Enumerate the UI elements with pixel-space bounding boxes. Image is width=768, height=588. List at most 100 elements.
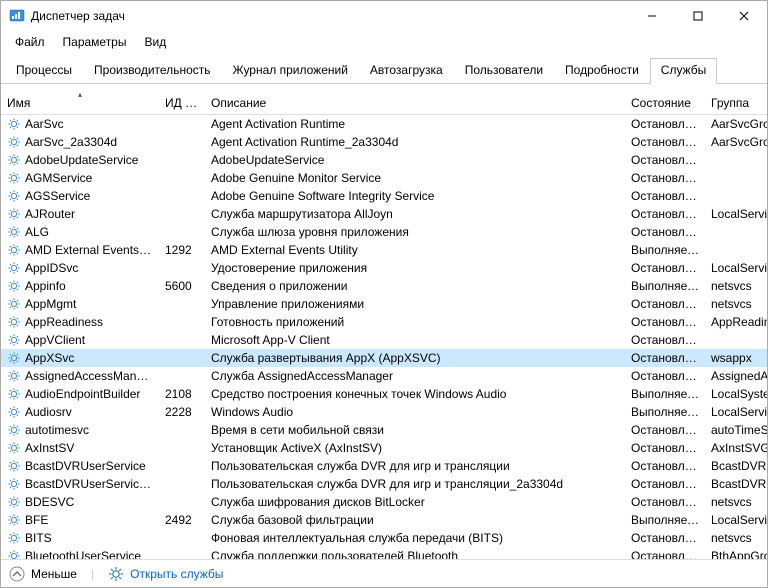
- cell-pid: 5600: [159, 277, 205, 295]
- tab-processes[interactable]: Процессы: [5, 58, 83, 84]
- cell-state: Остановлено: [625, 547, 705, 560]
- cell-pid: [159, 313, 205, 331]
- cell-name: AarSvc: [1, 115, 159, 133]
- table-row[interactable]: AppIDSvcУдостоверение приложенияОстановл…: [1, 259, 767, 277]
- table-row[interactable]: AssignedAccessManagerSvcСлужба AssignedA…: [1, 367, 767, 385]
- service-icon: [7, 117, 25, 131]
- cell-desc: Пользовательская служба DVR для игр и тр…: [205, 475, 625, 493]
- tab-app-history[interactable]: Журнал приложений: [222, 58, 359, 84]
- service-icon: [7, 387, 25, 401]
- table-row[interactable]: AppReadinessГотовность приложенийОстанов…: [1, 313, 767, 331]
- chevron-up-circle-icon: [9, 566, 25, 582]
- tab-performance[interactable]: Производительность: [83, 58, 221, 84]
- menu-options[interactable]: Параметры: [55, 33, 135, 51]
- cell-group: autoTimeSvc: [705, 421, 767, 439]
- table-row[interactable]: AxInstSVУстановщик ActiveX (AxInstSV)Ост…: [1, 439, 767, 457]
- cell-state: Остановлено: [625, 295, 705, 313]
- table-row[interactable]: AarSvcAgent Activation RuntimeОстановлен…: [1, 115, 767, 133]
- table-row[interactable]: BFE2492Служба базовой фильтрацииВыполняе…: [1, 511, 767, 529]
- tab-details[interactable]: Подробности: [554, 58, 650, 84]
- cell-state: Остановлено: [625, 331, 705, 349]
- cell-desc: Adobe Genuine Software Integrity Service: [205, 187, 625, 205]
- table-row[interactable]: BcastDVRUserServiceПользовательская служ…: [1, 457, 767, 475]
- service-icon: [7, 477, 25, 491]
- cell-desc: Сведения о приложении: [205, 277, 625, 295]
- col-header-group[interactable]: Группа: [705, 92, 767, 115]
- table-row[interactable]: AudioEndpointBuilder2108Средство построе…: [1, 385, 767, 403]
- cell-state: Остановлено: [625, 475, 705, 493]
- table-row[interactable]: ALGСлужба шлюза уровня приложенияОстанов…: [1, 223, 767, 241]
- cell-state: Остановлено: [625, 493, 705, 511]
- table-row[interactable]: AMD External Events Utility1292AMD Exter…: [1, 241, 767, 259]
- cell-name: BDESVC: [1, 493, 159, 511]
- cell-name: AdobeUpdateService: [1, 151, 159, 169]
- cell-name: AssignedAccessManagerSvc: [1, 367, 159, 385]
- cell-desc: Готовность приложений: [205, 313, 625, 331]
- table-row[interactable]: Audiosrv2228Windows AudioВыполняетсяLoca…: [1, 403, 767, 421]
- tab-startup[interactable]: Автозагрузка: [359, 58, 454, 84]
- table-row[interactable]: AGMServiceAdobe Genuine Monitor ServiceО…: [1, 169, 767, 187]
- menu-view[interactable]: Вид: [136, 33, 174, 51]
- table-row[interactable]: BluetoothUserServiceСлужба поддержки пол…: [1, 547, 767, 560]
- tab-services[interactable]: Службы: [650, 58, 717, 84]
- service-icon: [7, 153, 25, 167]
- minimize-button[interactable]: [629, 1, 675, 31]
- cell-desc: Время в сети мобильной связи: [205, 421, 625, 439]
- cell-name: AGMService: [1, 169, 159, 187]
- table-row[interactable]: AGSServiceAdobe Genuine Software Integri…: [1, 187, 767, 205]
- cell-pid: [159, 421, 205, 439]
- cell-group: AxInstSVGroup: [705, 439, 767, 457]
- menu-file[interactable]: Файл: [7, 33, 53, 51]
- close-button[interactable]: [721, 1, 767, 31]
- cell-group: BcastDVRUser...: [705, 475, 767, 493]
- table-row[interactable]: AdobeUpdateServiceAdobeUpdateServiceОста…: [1, 151, 767, 169]
- cell-pid: [159, 187, 205, 205]
- table-row[interactable]: BDESVCСлужба шифрования дисков BitLocker…: [1, 493, 767, 511]
- service-icon: [7, 441, 25, 455]
- cell-pid: [159, 295, 205, 313]
- table-row[interactable]: AarSvc_2a3304dAgent Activation Runtime_2…: [1, 133, 767, 151]
- service-icon: [7, 243, 25, 257]
- statusbar: Меньше | Открыть службы: [1, 559, 767, 587]
- titlebar[interactable]: Диспетчер задач: [1, 1, 767, 31]
- col-header-name[interactable]: ▴Имя: [1, 92, 159, 115]
- cell-pid: 2108: [159, 385, 205, 403]
- cell-group: wsappx: [705, 349, 767, 367]
- cell-pid: [159, 151, 205, 169]
- table-row[interactable]: BITSФоновая интеллектуальная служба пере…: [1, 529, 767, 547]
- cell-desc: Пользовательская служба DVR для игр и тр…: [205, 457, 625, 475]
- cell-group: [705, 241, 767, 259]
- col-header-desc[interactable]: Описание: [205, 92, 625, 115]
- service-icon: [7, 423, 25, 437]
- service-icon: [7, 531, 25, 545]
- table-row[interactable]: AppVClientMicrosoft App-V ClientОстановл…: [1, 331, 767, 349]
- cell-desc: Фоновая интеллектуальная служба передачи…: [205, 529, 625, 547]
- fewer-details-button[interactable]: Меньше: [9, 566, 77, 582]
- cell-group: [705, 223, 767, 241]
- cell-name: AJRouter: [1, 205, 159, 223]
- open-services-link[interactable]: Открыть службы: [108, 566, 223, 582]
- cell-name: ALG: [1, 223, 159, 241]
- cell-state: Остановлено: [625, 457, 705, 475]
- maximize-button[interactable]: [675, 1, 721, 31]
- services-table-container[interactable]: ▴Имя ИД п... Описание Состояние Группа A…: [1, 84, 767, 559]
- col-header-state[interactable]: Состояние: [625, 92, 705, 115]
- table-row[interactable]: BcastDVRUserService_2a3...Пользовательск…: [1, 475, 767, 493]
- table-row[interactable]: Appinfo5600Сведения о приложенииВыполняе…: [1, 277, 767, 295]
- table-row[interactable]: AJRouterСлужба маршрутизатора AllJoynОст…: [1, 205, 767, 223]
- table-row[interactable]: AppXSvcСлужба развертывания AppX (AppXSV…: [1, 349, 767, 367]
- cell-state: Остановлено: [625, 187, 705, 205]
- cell-desc: Средство построения конечных точек Windo…: [205, 385, 625, 403]
- cell-state: Остановлено: [625, 367, 705, 385]
- separator: |: [91, 567, 94, 581]
- cell-pid: [159, 493, 205, 511]
- cell-state: Остановлено: [625, 421, 705, 439]
- menubar: Файл Параметры Вид: [1, 31, 767, 53]
- cell-desc: AMD External Events Utility: [205, 241, 625, 259]
- col-header-pid[interactable]: ИД п...: [159, 92, 205, 115]
- table-row[interactable]: autotimesvcВремя в сети мобильной связиО…: [1, 421, 767, 439]
- sort-asc-icon: ▴: [78, 92, 82, 99]
- tab-users[interactable]: Пользователи: [454, 58, 554, 84]
- cell-pid: [159, 439, 205, 457]
- table-row[interactable]: AppMgmtУправление приложениямиОстановлен…: [1, 295, 767, 313]
